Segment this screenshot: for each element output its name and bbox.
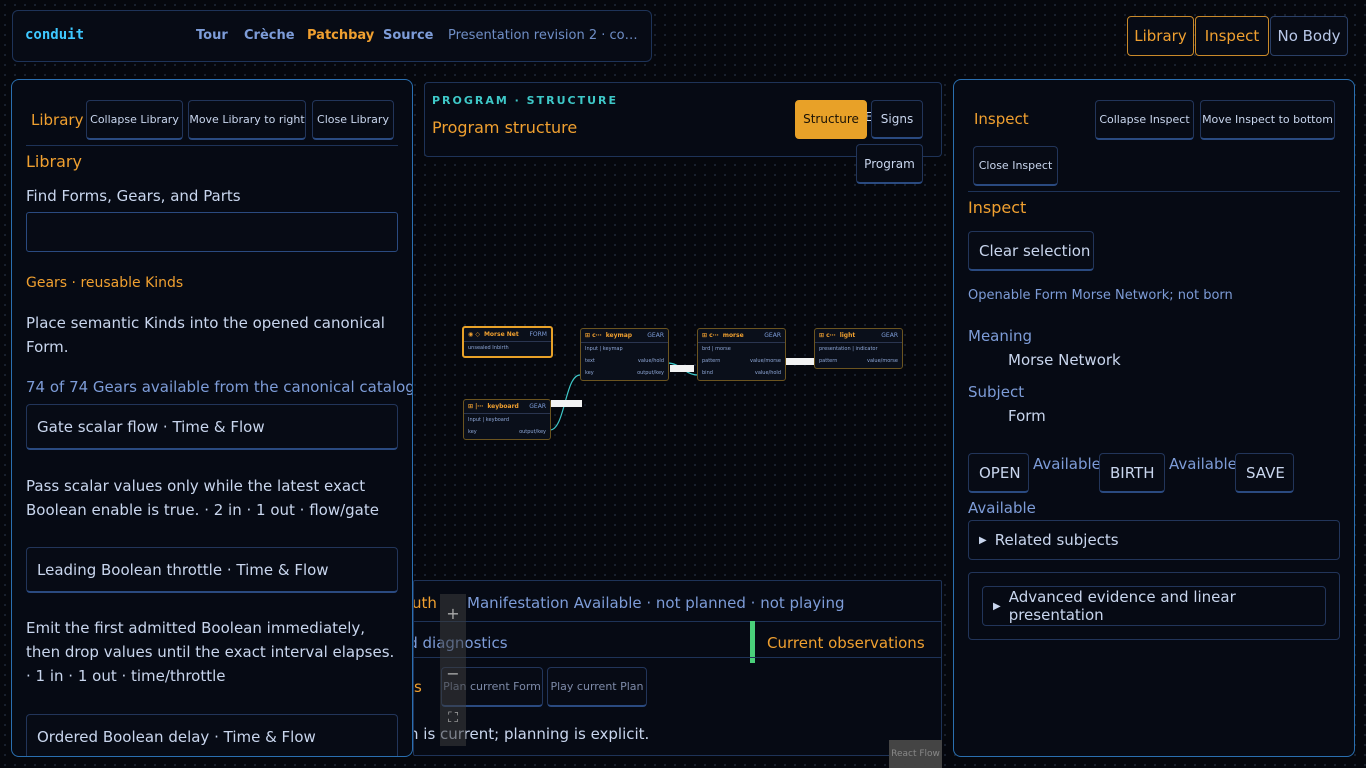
edge-label <box>785 358 815 365</box>
caret-right-icon: ▶ <box>993 600 1001 612</box>
open-status: Available <box>1033 455 1101 473</box>
edge-label <box>551 400 582 407</box>
revision-label: Presentation revision 2 · context <box>448 28 643 43</box>
graph-node-keymap[interactable]: ⊞ c⋯ keymap GEAR Input | keymap text value/… <box>580 328 669 381</box>
nav-patchbay[interactable]: Patchbay <box>307 28 374 43</box>
node-icon: ◉ ◇ <box>468 331 480 338</box>
gear-item-description: Emit the first admitted Boolean immediat… <box>26 619 395 685</box>
inspect-heading: Inspect <box>968 198 1027 217</box>
node-icon: ⊞ c⋯ <box>819 332 836 339</box>
gear-item-leading-throttle[interactable]: Leading Boolean throttle · Time & Flow <box>26 547 398 593</box>
related-subjects-toggle[interactable]: ▶ Related subjects <box>968 520 1340 560</box>
play-plan-button[interactable]: Play current Plan <box>547 667 647 707</box>
toggle-inspect-button[interactable]: Inspect <box>1195 16 1269 56</box>
truth-tab-fragment[interactable]: uth <box>414 594 437 612</box>
library-search-input[interactable] <box>26 212 398 252</box>
library-heading: Library <box>26 152 82 171</box>
gear-item-ordered-delay[interactable]: Ordered Boolean delay · Time & Flow <box>26 714 398 756</box>
selection-status: Openable Form Morse Network; not born <box>968 288 1233 303</box>
advanced-section: ▶ Advanced evidence and linear presentat… <box>968 572 1340 640</box>
inspect-panel: Inspect Collapse Inspect Move Inspect to… <box>953 79 1355 757</box>
subject-value: Form <box>1008 407 1046 425</box>
gears-description: Place semantic Kinds into the opened can… <box>26 314 385 356</box>
save-button[interactable]: SAVE <box>1235 453 1294 493</box>
program-eyebrow: PROGRAM · STRUCTURE <box>432 94 619 107</box>
move-library-button[interactable]: Move Library to right <box>188 100 306 140</box>
node-icon: ⊞ c⋯ <box>702 332 719 339</box>
meaning-value: Morse Network <box>1008 351 1121 369</box>
top-nav: conduit Tour Crèche Patchbay Source Pres… <box>12 10 652 62</box>
graph-node-morse[interactable]: ⊞ c⋯ morse GEAR brd | morse pattern value/m… <box>697 328 786 381</box>
library-panel-title: Library <box>31 111 84 129</box>
open-button[interactable]: OPEN <box>968 453 1029 493</box>
divider <box>968 191 1340 192</box>
move-inspect-button[interactable]: Move Inspect to bottom <box>1200 100 1335 140</box>
collapse-inspect-button[interactable]: Collapse Inspect <box>1095 100 1194 140</box>
find-label: Find Forms, Gears, and Parts <box>26 187 241 205</box>
tab-signs[interactable]: Signs <box>871 100 923 139</box>
fit-view-icon[interactable]: ⛶ <box>440 710 466 740</box>
birth-button[interactable]: BIRTH <box>1099 453 1165 493</box>
graph-node-light[interactable]: ⊞ c⋯ light GEAR presentation | indicator p… <box>814 328 903 369</box>
node-icon: ⊞ c⋯ <box>585 332 602 339</box>
zoom-out-icon[interactable]: − <box>440 664 466 694</box>
advanced-evidence-toggle[interactable]: ▶ Advanced evidence and linear presentat… <box>982 586 1326 626</box>
close-library-button[interactable]: Close Library <box>312 100 394 140</box>
divider <box>414 621 941 622</box>
program-header: PROGRAM · STRUCTURE Program structure E … <box>424 82 942 184</box>
tab-program[interactable]: Program <box>856 144 923 184</box>
zoom-in-icon[interactable]: + <box>440 604 466 634</box>
edge-label <box>670 365 694 372</box>
node-icon: ⊞ |⋯ <box>468 403 484 410</box>
nav-source[interactable]: Source <box>383 28 433 43</box>
birth-status: Available <box>1169 455 1237 473</box>
graph-node-morse-net[interactable]: ◉ ◇ Morse Net FORM unsealed Inbirth <box>462 326 553 358</box>
gear-item-gate-scalar[interactable]: Gate scalar flow · Time & Flow <box>26 404 398 450</box>
actions-heading-fragment: s <box>414 678 422 696</box>
toggle-library-button[interactable]: Library <box>1127 16 1194 56</box>
tab-structure[interactable]: Structure <box>795 100 867 139</box>
react-flow-attribution[interactable]: React Flow <box>889 740 942 768</box>
graph-node-keyboard[interactable]: ⊞ |⋯ keyboard GEAR Input | keyboard key out… <box>463 399 551 440</box>
no-body-button[interactable]: No Body <box>1270 16 1348 56</box>
nav-creche[interactable]: Crèche <box>244 28 295 43</box>
nav-tour[interactable]: Tour <box>196 28 228 43</box>
manifestation-status: Manifestation Available · not planned · … <box>467 594 845 612</box>
flow-controls: + − ⛶ <box>440 594 466 746</box>
meaning-label: Meaning <box>968 327 1033 345</box>
inspect-panel-title: Inspect <box>974 110 1029 128</box>
divider <box>414 657 941 658</box>
save-status: Available <box>968 499 1036 517</box>
brand-logo[interactable]: conduit <box>25 27 84 43</box>
gears-heading: Gears · reusable Kinds <box>26 275 184 291</box>
close-inspect-button[interactable]: Close Inspect <box>973 146 1058 186</box>
library-panel: Library Collapse Library Move Library to… <box>11 79 413 757</box>
caret-right-icon: ▶ <box>979 534 987 546</box>
truth-panel: uth Manifestation Available · not planne… <box>413 580 942 756</box>
gear-item-description: Pass scalar values only while the latest… <box>26 477 379 519</box>
subject-label: Subject <box>968 383 1025 401</box>
observations-tab[interactable]: Current observations <box>767 634 925 652</box>
gears-count: 74 of 74 Gears available from the canoni… <box>26 378 413 396</box>
collapse-library-button[interactable]: Collapse Library <box>86 100 183 140</box>
clear-selection-button[interactable]: Clear selection <box>968 231 1094 271</box>
program-title: Program structure <box>432 118 578 137</box>
divider <box>26 145 398 146</box>
